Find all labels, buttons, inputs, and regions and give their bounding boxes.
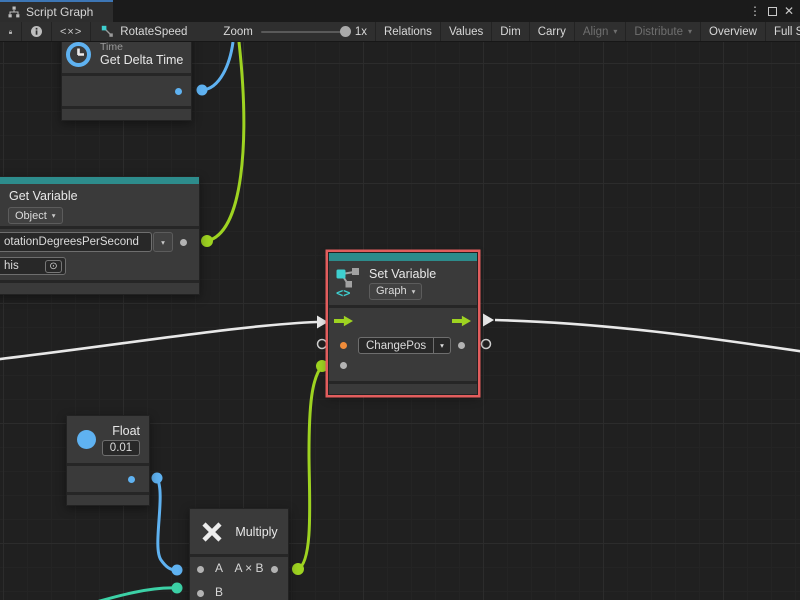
node-title: Multiply xyxy=(235,525,277,539)
variable-name-field[interactable]: otationDegreesPerSecond xyxy=(0,232,152,252)
chevron-down-icon: ▾ xyxy=(688,27,692,36)
variable-kind-dropdown[interactable]: Object ▾ xyxy=(8,207,63,224)
multiply-to-setvariable-wire xyxy=(298,366,322,569)
close-icon[interactable]: ✕ xyxy=(784,5,794,17)
variable-name-port[interactable] xyxy=(340,342,347,349)
variable-name-dropdown[interactable]: ChangePos ▾ xyxy=(358,337,451,354)
graph-window-icon xyxy=(8,6,20,18)
lock-icon xyxy=(8,26,13,38)
node-surtitle: Time xyxy=(100,42,183,53)
title-bar: Script Graph ⋮ ✕ xyxy=(0,0,800,22)
variable-name-dropdown-button[interactable]: ▾ xyxy=(153,232,173,252)
unconnected-port-ring-right[interactable] xyxy=(482,340,491,349)
maximize-icon[interactable] xyxy=(768,7,777,16)
graph-name: RotateSpeed xyxy=(120,26,187,38)
multiply-b-endpoint[interactable] xyxy=(172,583,183,594)
graph-asset-icon xyxy=(101,25,114,38)
float-output-port[interactable] xyxy=(128,476,135,483)
chevron-down-icon: ▾ xyxy=(161,238,165,247)
multiply-output-endpoint[interactable] xyxy=(292,563,304,575)
info-icon xyxy=(30,25,43,38)
node-title: Float xyxy=(112,424,140,438)
port-b-label: B xyxy=(215,585,223,599)
setvariable-value-endpoint[interactable] xyxy=(316,360,328,372)
float-to-multiply-wire xyxy=(157,478,176,570)
multiply-b-wire xyxy=(76,588,176,600)
node-footer xyxy=(67,495,149,505)
unconnected-port-ring-left[interactable] xyxy=(318,340,327,349)
multiply-b-port[interactable] xyxy=(197,590,204,597)
flow-arrowhead-right xyxy=(483,314,494,327)
chevron-down-icon: ▾ xyxy=(52,211,56,220)
set-variable-icon: <> xyxy=(335,267,362,299)
flow-wire-right xyxy=(495,320,800,353)
distribute-dropdown-button[interactable]: Distribute ▾ xyxy=(626,22,701,41)
align-dropdown-button[interactable]: Align ▾ xyxy=(575,22,627,41)
multiply-icon xyxy=(200,520,224,544)
port-out-label: A × B xyxy=(229,561,269,575)
chevron-down-icon: ▾ xyxy=(412,287,416,296)
node-footer xyxy=(0,283,199,294)
svg-text:<>: <> xyxy=(336,286,350,299)
code-icon: <×> xyxy=(60,26,82,38)
tab-script-graph[interactable]: Script Graph xyxy=(0,0,113,22)
port-a-label: A xyxy=(215,561,223,575)
node-title: Get Delta Time xyxy=(100,53,183,67)
variable-header-bar xyxy=(0,177,199,184)
variable-header-bar xyxy=(329,253,477,261)
zoom-slider[interactable] xyxy=(261,31,347,33)
flow-output-port[interactable] xyxy=(452,315,471,327)
zoom-control: Zoom 1x xyxy=(197,22,375,41)
flow-input-port[interactable] xyxy=(334,315,353,327)
tab-title: Script Graph xyxy=(26,5,93,19)
relations-button[interactable]: Relations xyxy=(375,22,441,41)
node-set-variable[interactable]: <> Set Variable Graph ▾ ChangePos ▾ xyxy=(328,252,478,395)
zoom-label: Zoom xyxy=(223,26,252,38)
node-footer xyxy=(62,109,191,120)
zoom-slider-handle[interactable] xyxy=(340,26,351,37)
value-output-port[interactable] xyxy=(458,342,465,349)
full-screen-button[interactable]: Full Screen xyxy=(766,22,800,41)
flow-arrowhead-left xyxy=(317,316,328,329)
float-output-endpoint[interactable] xyxy=(152,473,163,484)
get-variable-wire-endpoint[interactable] xyxy=(201,235,213,247)
node-get-variable[interactable]: Get Variable Object ▾ otationDegreesPerS… xyxy=(0,176,200,295)
value-input-port[interactable] xyxy=(340,362,347,369)
node-title: Set Variable xyxy=(369,267,436,281)
edit-graph-button[interactable]: <×> xyxy=(52,22,91,41)
flow-wire-left xyxy=(0,322,317,360)
lock-button[interactable] xyxy=(0,22,22,41)
graph-toolbar: <×> RotateSpeed Zoom 1x Relations Values… xyxy=(0,22,800,42)
chevron-down-icon: ▾ xyxy=(433,338,450,353)
multiply-a-port[interactable] xyxy=(197,566,204,573)
node-title: Get Variable xyxy=(9,189,78,203)
variable-name-port[interactable] xyxy=(180,239,187,246)
dim-button[interactable]: Dim xyxy=(492,22,529,41)
delta-time-output-port[interactable] xyxy=(175,88,182,95)
node-footer xyxy=(329,384,477,394)
variable-kind-dropdown[interactable]: Graph ▾ xyxy=(369,283,422,300)
object-picker-icon[interactable]: ⊙ xyxy=(45,260,62,273)
chevron-down-icon: ▾ xyxy=(613,27,617,36)
node-float[interactable]: Float 0.01 xyxy=(66,415,150,506)
clock-icon xyxy=(65,42,92,68)
info-button[interactable] xyxy=(22,22,52,41)
multiply-out-port[interactable] xyxy=(271,566,278,573)
carry-button[interactable]: Carry xyxy=(530,22,575,41)
variable-target-field[interactable]: his ⊙ xyxy=(0,257,66,275)
node-multiply[interactable]: Multiply A A × B B xyxy=(189,508,289,600)
float-value-field[interactable]: 0.01 xyxy=(102,440,140,456)
window-menu-icon[interactable]: ⋮ xyxy=(749,5,761,17)
values-button[interactable]: Values xyxy=(441,22,492,41)
graph-canvas[interactable]: Time Get Delta Time Get Variable Object … xyxy=(0,42,800,600)
delta-time-wire xyxy=(202,42,233,90)
overview-button[interactable]: Overview xyxy=(701,22,766,41)
zoom-value: 1x xyxy=(355,26,367,38)
graph-breadcrumb[interactable]: RotateSpeed xyxy=(91,22,197,41)
float-icon xyxy=(77,430,96,449)
delta-time-wire-endpoint[interactable] xyxy=(197,85,208,96)
multiply-a-endpoint[interactable] xyxy=(172,565,183,576)
node-get-delta-time[interactable]: Time Get Delta Time xyxy=(61,42,192,121)
window-controls: ⋮ ✕ xyxy=(749,0,800,22)
